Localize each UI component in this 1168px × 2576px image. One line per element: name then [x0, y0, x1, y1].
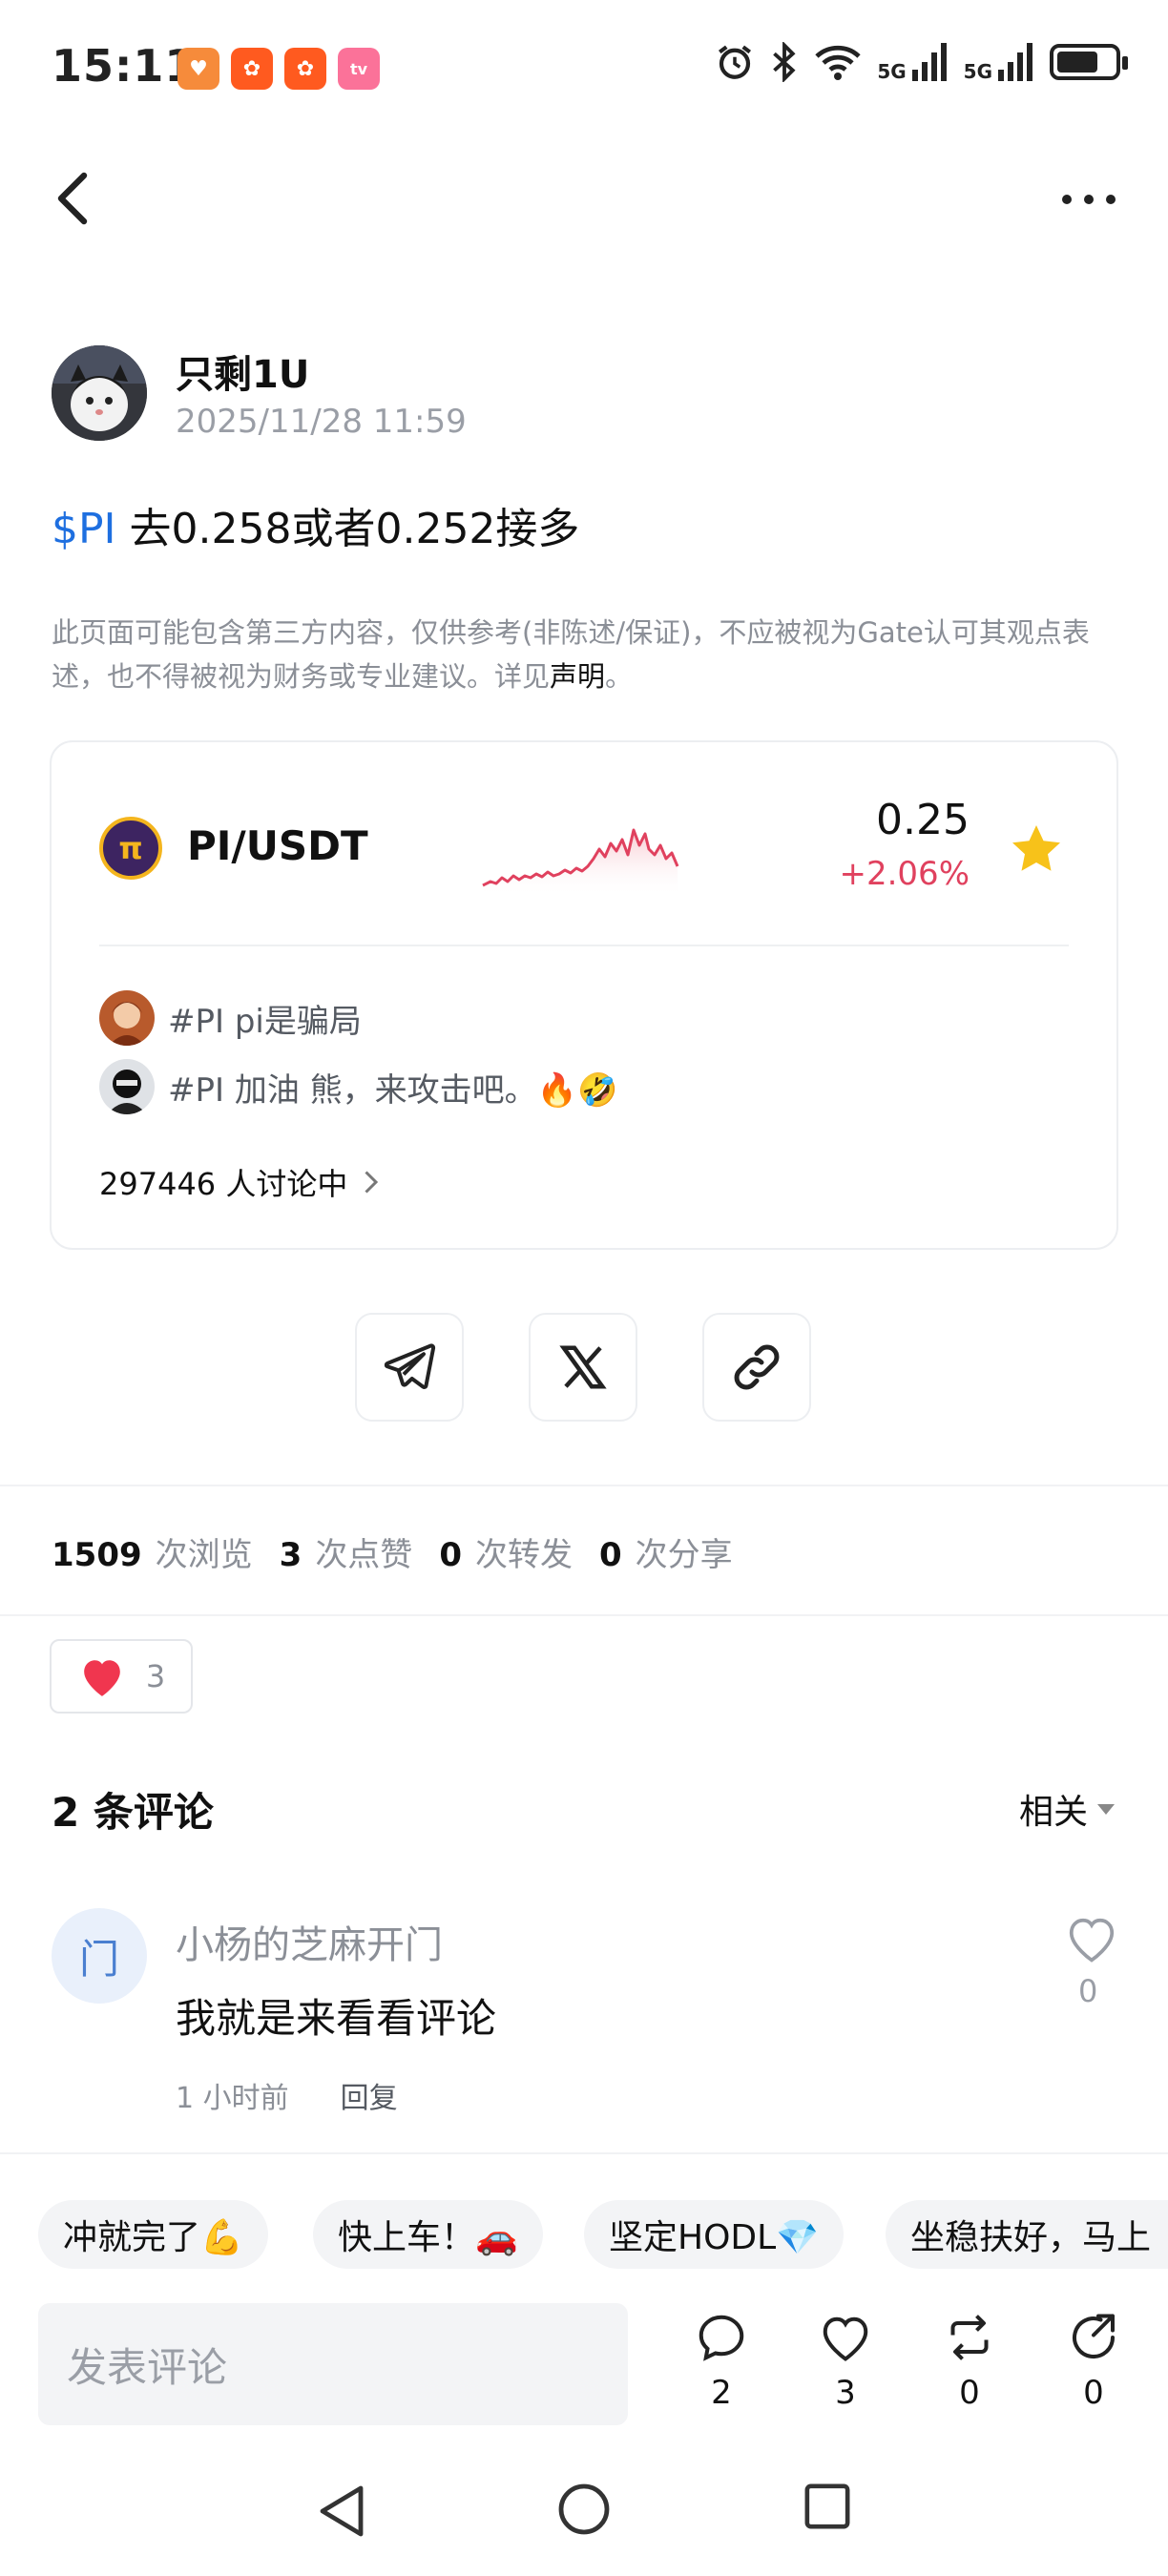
sparkline-chart [482, 828, 679, 897]
discussion-count: 297446 人讨论中 [99, 1166, 348, 1202]
comments-title: 2 条评论 [52, 1789, 214, 1836]
app-icon-kuaishou-1: ✿ [231, 48, 273, 90]
author-avatar[interactable] [52, 345, 147, 441]
pi-coin-icon: π [99, 817, 162, 880]
comments-count: 2 [711, 2374, 732, 2412]
alarm-icon [719, 45, 752, 79]
disclaimer-end: 。 [605, 660, 634, 693]
topic-user-avatar-image [99, 990, 155, 1046]
topic-item[interactable]: #PI pi是骗局 [99, 990, 362, 1046]
telegram-icon [384, 1343, 436, 1389]
app-icon-orange-heart: ♥ [177, 48, 219, 90]
link-icon [734, 1344, 780, 1390]
nav-recents-icon[interactable] [803, 2483, 851, 2530]
likes-label: 次点赞 [315, 1536, 413, 1574]
post-text: $PI 去0.258或者0.252接多 [52, 494, 579, 555]
heart-outline-icon [823, 2316, 868, 2361]
topic-text: #PI pi是骗局 [168, 1002, 362, 1041]
views-count: 1509 [52, 1536, 142, 1574]
share-telegram-button[interactable] [355, 1313, 464, 1422]
favorite-star-icon[interactable] [1008, 821, 1065, 878]
signal-bars-icon [911, 43, 947, 81]
comment-like-icon[interactable] [1063, 1912, 1120, 1965]
like-action-button[interactable]: 3 [807, 2309, 884, 2412]
comment-time: 1 小时前 [176, 2082, 289, 2115]
price: 0.25 [876, 796, 970, 844]
app-icon-kuaishou-2: ✿ [284, 48, 326, 90]
topic-avatar [99, 990, 155, 1046]
shares-label: 次分享 [635, 1536, 733, 1574]
quick-reply-chip[interactable]: 冲就完了💪 [38, 2200, 268, 2269]
comment-reply-button[interactable]: 回复 [341, 2074, 398, 2116]
post-stats: 1509 次浏览 3 次点赞 0 次转发 0 次分享 [52, 1528, 746, 1575]
copy-link-button[interactable] [702, 1313, 811, 1422]
share-x-button[interactable] [529, 1313, 637, 1422]
reposts-count: 0 [439, 1536, 462, 1574]
commenter-avatar[interactable]: 门 [52, 1908, 147, 2004]
nav-home-icon[interactable] [557, 2483, 611, 2536]
quick-reply-chip[interactable]: 快上车！🚗 [313, 2200, 543, 2269]
nav-back-icon[interactable] [315, 2483, 368, 2540]
author-name[interactable]: 只剩1U [176, 343, 309, 399]
topic-item[interactable]: #PI 加油 熊，来攻击吧。🔥🤣 [99, 1059, 617, 1114]
quick-reply-chip[interactable]: 坚定HODL💎 [584, 2200, 845, 2269]
comment-meta: 1 小时前 回复 [176, 2074, 398, 2116]
reaction-count: 3 [145, 1658, 166, 1694]
sort-dropdown[interactable]: 相关 [1019, 1784, 1115, 1834]
views-label: 次浏览 [155, 1536, 253, 1574]
back-icon[interactable] [53, 170, 92, 227]
quick-reply-chip[interactable]: 坐稳扶好，马上 [886, 2200, 1168, 2269]
reposts-label: 次转发 [474, 1536, 573, 1574]
more-icon[interactable] [1057, 185, 1120, 214]
share-arrow-icon [1073, 2314, 1115, 2358]
disclaimer-link[interactable]: 声明 [550, 660, 605, 693]
shares-count: 0 [598, 1536, 622, 1574]
status-time: 15:11 [52, 40, 197, 92]
likes-action-count: 3 [835, 2374, 856, 2412]
repost-action-button[interactable]: 0 [931, 2309, 1008, 2412]
likes-count: 3 [279, 1536, 302, 1574]
commenter-name[interactable]: 小杨的芝麻开门 [176, 1914, 443, 1969]
post-date: 2025/11/28 11:59 [176, 403, 467, 441]
topic-user-avatar-image [99, 1059, 155, 1114]
discussion-count-link[interactable]: 297446 人讨论中 [99, 1160, 382, 1204]
topic-avatar [99, 1059, 155, 1114]
section-divider [0, 1614, 1168, 1616]
trading-pair[interactable]: PI/USDT [187, 822, 368, 869]
post-body: 去0.258或者0.252接多 [115, 505, 580, 553]
coin-tag-link[interactable]: $PI [52, 505, 116, 553]
comments-action-button[interactable]: 2 [683, 2309, 760, 2412]
card-divider [99, 945, 1069, 946]
comment-input[interactable]: 发表评论 [38, 2303, 628, 2425]
signal-bars-icon [998, 43, 1032, 81]
chevron-right-icon [365, 1171, 379, 1194]
comment-text: 我就是来看看评论 [176, 1995, 497, 2042]
cat-avatar-image [52, 345, 147, 441]
shares-action-count: 0 [1083, 2374, 1104, 2412]
caret-down-icon [1097, 1803, 1115, 1815]
bluetooth-icon [773, 42, 796, 82]
signal-1: 5G [877, 43, 948, 81]
app-icon-bilibili: tv [338, 48, 380, 90]
heart-reaction-button[interactable]: 3 [50, 1639, 193, 1714]
comment-like-count: 0 [1078, 1973, 1098, 2009]
heart-icon [83, 1660, 120, 1696]
section-divider [0, 1485, 1168, 1486]
wifi-icon [815, 45, 861, 80]
x-icon [559, 1345, 607, 1389]
price-change: +2.06% [839, 855, 970, 893]
battery-icon [1050, 44, 1128, 80]
disclaimer: 此页面可能包含第三方内容，仅供参考(非陈述/保证)，不应被视为Gate认可其观点… [52, 611, 1120, 698]
topic-text: #PI 加油 熊，来攻击吧。🔥🤣 [168, 1070, 618, 1110]
sort-label: 相关 [1018, 1793, 1088, 1832]
signal-2: 5G [964, 43, 1034, 81]
status-indicators: 5G 5G [715, 42, 1128, 82]
share-action-button[interactable]: 0 [1055, 2309, 1132, 2412]
repost-icon [950, 2315, 989, 2360]
quick-reply-divider [0, 2152, 1168, 2154]
reposts-action-count: 0 [959, 2374, 980, 2412]
comment-bubble-icon [699, 2315, 744, 2361]
